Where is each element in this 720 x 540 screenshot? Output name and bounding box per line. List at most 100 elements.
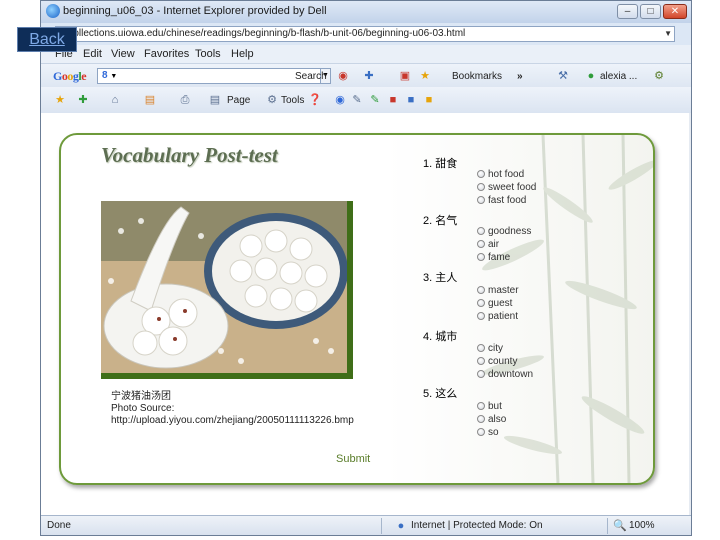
page-icon[interactable]: ▤ <box>209 94 221 106</box>
chevron-down-icon[interactable]: ▼ <box>664 27 672 41</box>
status-divider <box>607 518 608 534</box>
security-zone[interactable]: Internet | Protected Mode: On <box>411 520 543 531</box>
radio-button[interactable] <box>477 402 485 411</box>
menu-help[interactable]: Help <box>231 48 254 60</box>
radio-button[interactable] <box>477 428 485 437</box>
question-5-label: 5. 这么 <box>423 388 458 400</box>
address-bar: ://collections.uiowa.edu/chinese/reading… <box>41 23 691 45</box>
tangyuan-photo <box>101 201 353 379</box>
favorites-star-icon[interactable]: ★ <box>54 94 66 106</box>
question-5-option-1[interactable]: but <box>477 401 502 413</box>
page-menu[interactable]: Page <box>227 95 250 106</box>
radio-button[interactable] <box>477 370 485 379</box>
toolbar-more-button[interactable]: » <box>517 71 523 82</box>
radio-button[interactable] <box>477 196 485 205</box>
blog-icon[interactable]: ✎ <box>369 94 381 106</box>
minimize-button[interactable]: – <box>617 4 638 19</box>
radio-button[interactable] <box>477 240 485 249</box>
title-bar: beginning_u06_03 - Internet Explorer pro… <box>41 1 691 24</box>
address-input[interactable]: ://collections.uiowa.edu/chinese/reading… <box>55 26 675 42</box>
window-title: beginning_u06_03 - Internet Explorer pro… <box>63 5 327 17</box>
question-4-option-3[interactable]: downtown <box>477 369 533 381</box>
quiz-panel: Vocabulary Post-test 宁波猪油汤团 Photo Source… <box>59 133 655 485</box>
question-5-option-2[interactable]: also <box>477 414 506 426</box>
question-4-label: 4. 城市 <box>423 331 458 343</box>
google-search-input[interactable]: 8 ▼ <box>97 68 321 84</box>
help-icon[interactable]: ❓ <box>308 94 322 106</box>
menu-edit[interactable]: Edit <box>83 48 102 60</box>
popup-blocker-icon[interactable]: ▣ <box>399 70 411 82</box>
globe-icon: ● <box>397 520 405 532</box>
research-icon[interactable]: ◉ <box>334 94 346 106</box>
tools-gear-icon[interactable]: ⚙ <box>266 94 278 106</box>
question-5-option-3[interactable]: so <box>477 427 499 439</box>
status-divider <box>381 518 382 534</box>
addon-icon[interactable]: ■ <box>423 94 435 106</box>
menu-view[interactable]: View <box>111 48 135 60</box>
google-logo: Google <box>53 69 87 83</box>
user-status-icon: ● <box>587 70 595 82</box>
question-1-option-3[interactable]: fast food <box>477 195 526 207</box>
question-3-option-3[interactable]: patient <box>477 311 518 323</box>
radio-button[interactable] <box>477 299 485 308</box>
question-2-option-1[interactable]: goodness <box>477 226 531 238</box>
add-favorites-icon[interactable]: ✚ <box>77 94 89 106</box>
ie-icon <box>46 4 60 18</box>
zoom-level[interactable]: 100% <box>629 520 655 531</box>
radio-button[interactable] <box>477 415 485 424</box>
radio-button[interactable] <box>477 227 485 236</box>
radio-button[interactable] <box>477 286 485 295</box>
question-4-option-2[interactable]: county <box>477 356 517 368</box>
print-icon[interactable]: ⎙ <box>179 94 191 106</box>
question-4-option-1[interactable]: city <box>477 343 503 355</box>
feeds-icon[interactable]: ▤ <box>144 94 156 106</box>
tools-menu[interactable]: Tools <box>281 95 304 106</box>
question-3-option-2[interactable]: guest <box>477 298 512 310</box>
translate-icon[interactable]: ✚ <box>363 70 375 82</box>
radio-button[interactable] <box>477 312 485 321</box>
settings-icon[interactable]: ⚙ <box>653 70 665 82</box>
question-2-option-3[interactable]: fame <box>477 252 510 264</box>
photo-caption: 宁波猪油汤团 Photo Source: http://upload.yiyou… <box>111 391 354 427</box>
radio-button[interactable] <box>477 357 485 366</box>
star-icon[interactable]: ★ <box>419 70 431 82</box>
pagerank-icon[interactable]: ◉ <box>337 70 349 82</box>
address-url: ://collections.uiowa.edu/chinese/reading… <box>60 28 466 39</box>
radio-button[interactable] <box>477 344 485 353</box>
radio-button[interactable] <box>477 253 485 262</box>
caption-source-url: http://upload.yiyou.com/zhejiang/2005011… <box>111 415 354 426</box>
question-1-option-2[interactable]: sweet food <box>477 182 536 194</box>
menu-favorites[interactable]: Favorites <box>144 48 189 60</box>
status-bar: Done ● Internet | Protected Mode: On 🔍 1… <box>41 515 691 535</box>
page-title: Vocabulary Post-test <box>101 143 278 167</box>
radio-button[interactable] <box>477 170 485 179</box>
close-button[interactable]: ✕ <box>663 4 687 19</box>
back-button[interactable]: Back <box>17 27 77 52</box>
question-3-option-1[interactable]: master <box>477 285 519 297</box>
bookmarks-menu[interactable]: Bookmarks <box>452 71 502 82</box>
caption-source-label: Photo Source: <box>111 403 175 414</box>
maximize-button[interactable]: □ <box>640 4 661 19</box>
submit-button[interactable]: Submit <box>336 453 370 465</box>
messenger-icon[interactable]: ■ <box>387 94 399 106</box>
home-icon[interactable]: ⌂ <box>109 94 121 106</box>
question-2-option-2[interactable]: air <box>477 239 499 251</box>
menu-bar: File Edit View Favorites Tools Help <box>41 45 691 63</box>
radio-button[interactable] <box>477 183 485 192</box>
wrench-icon[interactable]: ⚒ <box>557 70 569 82</box>
question-1-option-1[interactable]: hot food <box>477 169 524 181</box>
zoom-icon: 🔍 <box>613 520 627 532</box>
menu-tools[interactable]: Tools <box>195 48 221 60</box>
caption-title: 宁波猪油汤团 <box>111 391 171 402</box>
edit-icon[interactable]: ✎ <box>351 94 363 106</box>
scrollbar[interactable] <box>689 113 691 515</box>
google-search-button[interactable]: Search <box>295 71 327 82</box>
question-3-label: 3. 主人 <box>423 272 458 284</box>
question-2-label: 2. 名气 <box>423 215 458 227</box>
bluetooth-icon[interactable]: ■ <box>405 94 417 106</box>
google-toolbar: Google 8 ▼ ▼ Search ◉ ✚ ▣ ★ Bookmarks » … <box>41 63 691 88</box>
question-1-label: 1. 甜食 <box>423 158 458 170</box>
status-text: Done <box>47 520 71 531</box>
user-account-menu[interactable]: alexia ... <box>600 71 637 82</box>
page-viewport: Vocabulary Post-test 宁波猪油汤团 Photo Source… <box>41 113 689 515</box>
